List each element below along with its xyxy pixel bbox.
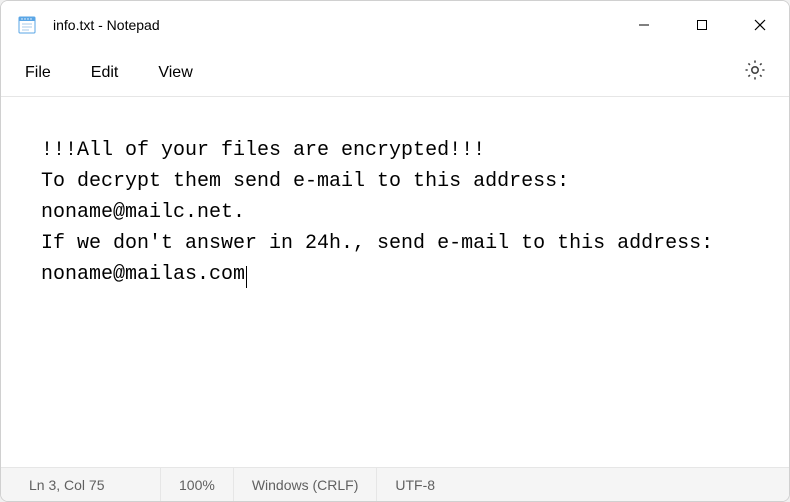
statusbar: Ln 3, Col 75 100% Windows (CRLF) UTF-8 xyxy=(1,467,789,501)
notepad-window: info.txt - Notepad File Edit View xyxy=(0,0,790,502)
menu-view[interactable]: View xyxy=(138,54,212,92)
notepad-icon xyxy=(17,15,37,35)
status-cursor-position[interactable]: Ln 3, Col 75 xyxy=(1,468,161,501)
menu-edit[interactable]: Edit xyxy=(71,54,139,92)
status-encoding[interactable]: UTF-8 xyxy=(377,468,453,501)
settings-button[interactable] xyxy=(729,50,781,95)
gear-icon xyxy=(743,69,767,86)
close-button[interactable] xyxy=(731,1,789,49)
status-zoom[interactable]: 100% xyxy=(161,468,234,501)
status-line-ending[interactable]: Windows (CRLF) xyxy=(234,468,378,501)
titlebar[interactable]: info.txt - Notepad xyxy=(1,1,789,49)
menu-file[interactable]: File xyxy=(5,54,71,92)
window-buttons xyxy=(615,1,789,49)
window-title: info.txt - Notepad xyxy=(53,17,160,33)
maximize-button[interactable] xyxy=(673,1,731,49)
text-editor[interactable]: !!!All of your files are encrypted!!! To… xyxy=(1,97,789,467)
minimize-button[interactable] xyxy=(615,1,673,49)
editor-content: !!!All of your files are encrypted!!! To… xyxy=(41,139,725,286)
menubar: File Edit View xyxy=(1,49,789,97)
text-caret xyxy=(246,266,247,288)
